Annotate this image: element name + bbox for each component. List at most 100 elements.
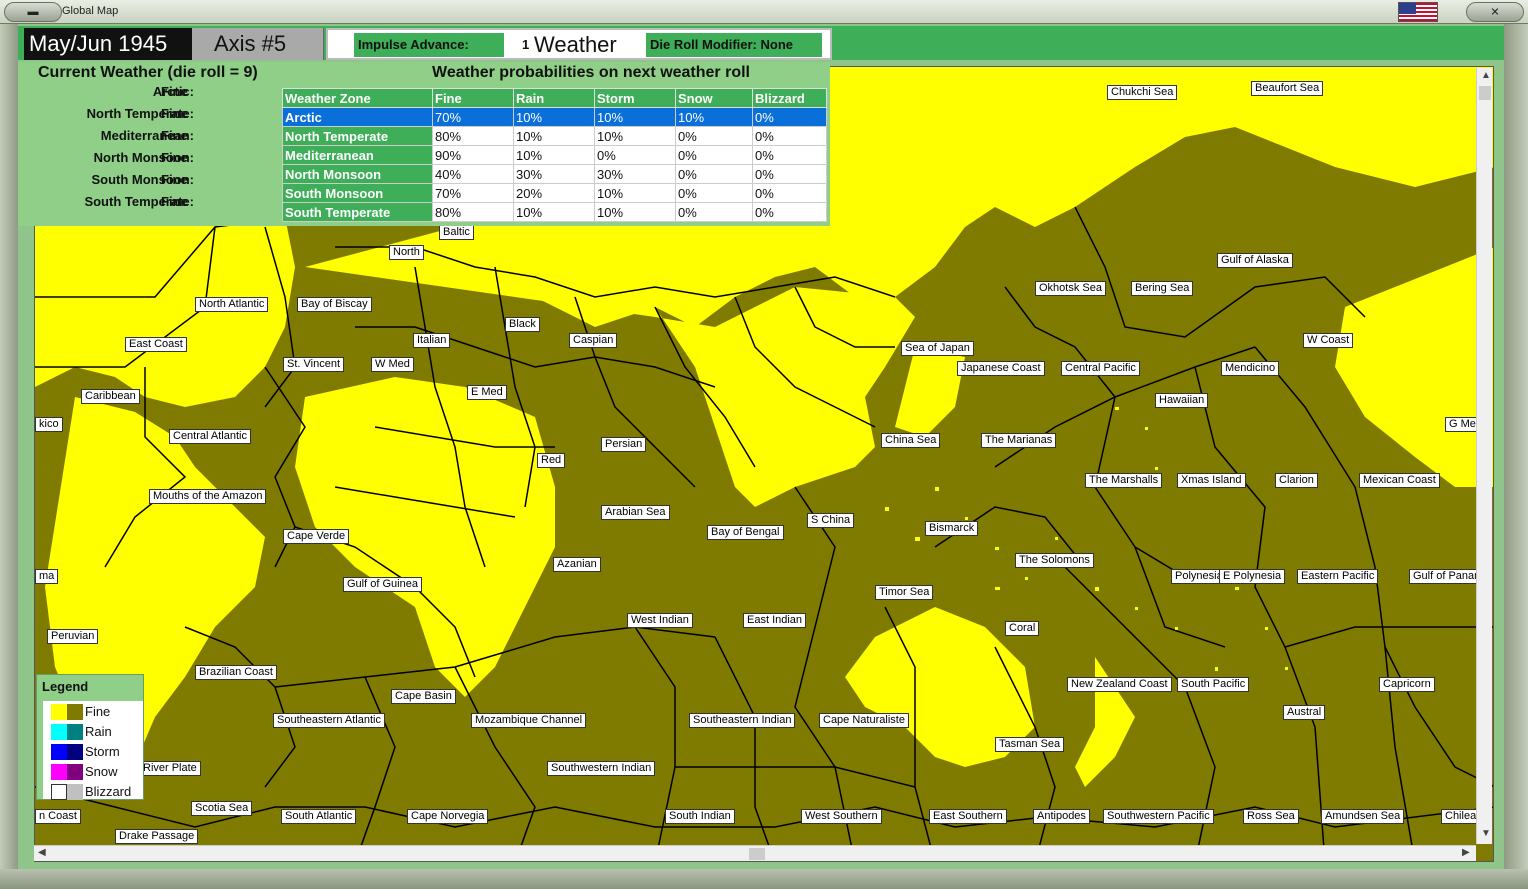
scroll-left-icon[interactable]: ◀ [38, 847, 46, 858]
sea-zone-label[interactable]: River Plate [139, 761, 201, 776]
vertical-scroll-thumb[interactable] [1479, 86, 1491, 100]
sea-zone-label[interactable]: China Sea [881, 433, 941, 448]
scroll-right-icon[interactable]: ▶ [1462, 847, 1470, 858]
sea-zone-label[interactable]: W Coast [1303, 333, 1354, 348]
table-row[interactable]: South Monsoon 70% 20% 10% 0% 0% [282, 183, 827, 203]
sea-zone-label[interactable]: E Med [467, 385, 507, 400]
sea-zone-label[interactable]: Gulf of Alaska [1217, 253, 1293, 268]
sea-zone-label[interactable]: Cape Basin [391, 689, 456, 704]
turn-indicator: Axis #5 [192, 28, 324, 60]
legend-title: Legend [42, 679, 89, 694]
sea-zone-label[interactable]: E Polynesia [1219, 569, 1286, 584]
sea-zone-label[interactable]: Caribbean [81, 389, 140, 404]
table-row[interactable]: North Monsoon 40% 30% 30% 0% 0% [282, 164, 827, 184]
sea-zone-label[interactable]: South Pacific [1177, 677, 1250, 692]
sea-zone-label[interactable]: South Atlantic [281, 809, 357, 824]
sea-zone-label[interactable]: East Southern [929, 809, 1007, 824]
sea-zone-label[interactable]: ma [35, 569, 59, 584]
sea-zone-label[interactable]: North Atlantic [195, 297, 269, 312]
sea-zone-label[interactable]: Italian [413, 333, 451, 348]
probability-cell: 0% [752, 183, 827, 203]
sea-zone-label[interactable]: n Coast [35, 809, 81, 824]
sea-zone-label[interactable]: kico [35, 417, 63, 432]
sea-zone-label[interactable]: Tasman Sea [995, 737, 1065, 752]
sea-zone-label[interactable]: Red [537, 453, 566, 468]
sea-zone-label[interactable]: Sea of Japan [901, 341, 974, 356]
sea-zone-label[interactable]: Hawaiian [1155, 393, 1209, 408]
sea-zone-label[interactable]: S China [807, 513, 855, 528]
sea-zone-label[interactable]: Gulf of Panar [1409, 569, 1482, 584]
sea-zone-label[interactable]: East Coast [125, 337, 187, 352]
sea-zone-label[interactable]: Mouths of the Amazon [149, 489, 267, 504]
vertical-scrollbar[interactable]: ▲ ▼ [1476, 68, 1492, 844]
sea-zone-label[interactable]: Peruvian [47, 629, 99, 644]
sea-zone-label[interactable]: Capricorn [1379, 677, 1435, 692]
sea-zone-label[interactable]: Gulf of Guinea [343, 577, 422, 592]
sea-zone-label[interactable]: Austral [1283, 705, 1326, 720]
sea-zone-label[interactable]: Southeastern Indian [689, 713, 796, 728]
sea-zone-label[interactable]: West Indian [627, 613, 693, 628]
sea-zone-label[interactable]: South Indian [665, 809, 735, 824]
sea-zone-label[interactable]: Brazilian Coast [195, 665, 277, 680]
sea-zone-label[interactable]: Cape Verde [283, 529, 350, 544]
modifier-label: Die Roll Modifier: [650, 37, 757, 52]
sea-zone-label[interactable]: Southwestern Indian [547, 761, 656, 776]
sea-zone-label[interactable]: Drake Passage [115, 829, 199, 844]
sea-zone-label[interactable]: Clarion [1275, 473, 1318, 488]
sea-zone-label[interactable]: Japanese Coast [957, 361, 1045, 376]
sea-zone-label[interactable]: Cape Naturaliste [819, 713, 909, 728]
horizontal-scroll-thumb[interactable] [749, 848, 765, 860]
close-button[interactable]: ✕ [1466, 2, 1524, 22]
scroll-down-icon[interactable]: ▼ [1481, 828, 1491, 839]
sea-zone-label[interactable]: Mendicino [1221, 361, 1280, 376]
sea-zone-label[interactable]: Beaufort Sea [1251, 81, 1324, 96]
sea-zone-label[interactable]: St. Vincent [283, 357, 344, 372]
sea-zone-label[interactable]: Antipodes [1033, 809, 1090, 824]
table-row[interactable]: Mediterranean 90% 10% 0% 0% 0% [282, 145, 827, 165]
sea-zone-label[interactable]: Persian [601, 437, 647, 452]
table-row[interactable]: North Temperate 80% 10% 10% 0% 0% [282, 126, 827, 146]
sea-zone-label[interactable]: Xmas Island [1177, 473, 1246, 488]
sea-zone-label[interactable]: Okhotsk Sea [1035, 281, 1106, 296]
sea-zone-label[interactable]: Scotia Sea [191, 801, 253, 816]
sea-zone-label[interactable]: The Marshalls [1085, 473, 1163, 488]
sea-zone-label[interactable]: Caspian [569, 333, 618, 348]
sea-zone-label[interactable]: W Med [371, 357, 414, 372]
sea-zone-label[interactable]: Bismarck [925, 521, 979, 536]
sea-zone-label[interactable]: Mexican Coast [1359, 473, 1440, 488]
sea-zone-label[interactable]: Central Pacific [1061, 361, 1140, 376]
sea-zone-label[interactable]: Baltic [439, 225, 474, 240]
sea-zone-label[interactable]: The Marianas [981, 433, 1057, 448]
probability-cell: 10% [594, 183, 676, 203]
sea-zone-label[interactable]: Bay of Bengal [707, 525, 784, 540]
sea-zone-label[interactable]: Mozambique Channel [471, 713, 587, 728]
table-row[interactable]: Arctic 70% 10% 10% 10% 0% [282, 107, 827, 127]
sea-zone-label[interactable]: Southeastern Atlantic [273, 713, 385, 728]
sea-zone-label[interactable]: Amundsen Sea [1321, 809, 1405, 824]
sea-zone-label[interactable]: Timor Sea [875, 585, 934, 600]
sea-zone-label[interactable]: East Indian [743, 613, 807, 628]
sea-zone-label[interactable]: The Solomons [1015, 553, 1094, 568]
die-roll-modifier: Die Roll Modifier: None [646, 33, 822, 57]
sea-zone-label[interactable]: Chukchi Sea [1107, 85, 1178, 100]
sea-zone-label[interactable]: New Zealand Coast [1067, 677, 1172, 692]
sea-zone-label[interactable]: Azanian [553, 557, 601, 572]
sea-zone-label[interactable]: West Southern [801, 809, 882, 824]
system-menu-button[interactable]: ▬ [4, 2, 62, 22]
sea-zone-label[interactable]: Cape Norvegia [407, 809, 489, 824]
sea-zone-label[interactable]: Southwestern Pacific [1103, 809, 1214, 824]
sea-zone-label[interactable]: Black [505, 317, 540, 332]
sea-zone-label[interactable]: Arabian Sea [601, 505, 670, 520]
sea-zone-label[interactable]: Eastern Pacific [1297, 569, 1379, 584]
sea-zone-label[interactable]: Ross Sea [1243, 809, 1299, 824]
horizontal-scrollbar[interactable]: ◀ ▶ [34, 845, 1476, 861]
sea-zone-label[interactable]: Bering Sea [1131, 281, 1194, 296]
column-header: Storm [594, 88, 676, 108]
scroll-up-icon[interactable]: ▲ [1481, 70, 1491, 81]
probability-cell: 10% [675, 107, 753, 127]
sea-zone-label[interactable]: North [389, 245, 424, 260]
sea-zone-label[interactable]: Bay of Biscay [297, 297, 372, 312]
table-row[interactable]: South Temperate 80% 10% 10% 0% 0% [282, 202, 827, 222]
sea-zone-label[interactable]: Central Atlantic [169, 429, 251, 444]
sea-zone-label[interactable]: Coral [1005, 621, 1040, 636]
